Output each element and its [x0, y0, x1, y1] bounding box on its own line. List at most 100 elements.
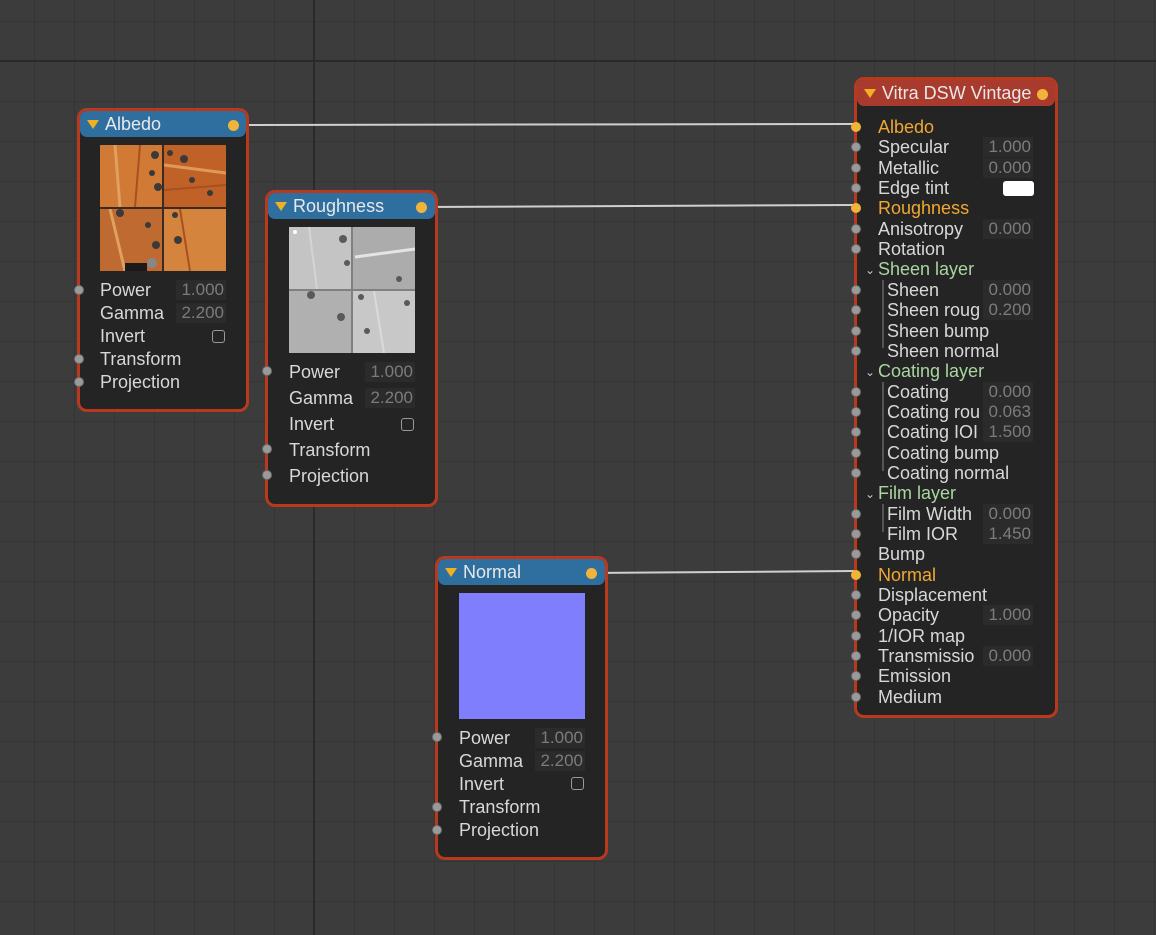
- gamma-field[interactable]: 2.200: [535, 751, 585, 771]
- power-input-pin[interactable]: [262, 366, 272, 376]
- normal-output-pin[interactable]: [586, 568, 597, 579]
- normal-texture-node[interactable]: Normal Power 1.000 Gamma 2.200 Invert Tr…: [432, 556, 608, 860]
- gamma-field[interactable]: 2.200: [176, 303, 226, 323]
- collapse-triangle-icon[interactable]: [275, 201, 287, 211]
- gamma-row: Gamma 2.200: [459, 750, 585, 772]
- roughness-node-header[interactable]: Roughness: [268, 193, 435, 219]
- coating-normal-input-pin[interactable]: [851, 468, 861, 478]
- film-width-input-pin[interactable]: [851, 509, 861, 519]
- edge-tint-input-pin[interactable]: [851, 183, 861, 193]
- albedo-input-pin[interactable]: [851, 122, 861, 132]
- film-width-label: Film Width: [887, 504, 972, 524]
- material-row-coating-ioi: Coating IOI 1.500: [851, 421, 1055, 443]
- group-collapse-chevron-icon[interactable]: ⌄: [865, 259, 875, 281]
- metallic-value-field[interactable]: 0.000: [983, 158, 1033, 178]
- sheen-normal-input-pin[interactable]: [851, 346, 861, 356]
- coating-ioi-value-field[interactable]: 1.500: [983, 422, 1033, 442]
- specular-input-pin[interactable]: [851, 142, 861, 152]
- projection-input-pin[interactable]: [262, 470, 272, 480]
- coating-rou-input-pin[interactable]: [851, 407, 861, 417]
- material-row-coating-layer: ⌄ Coating layer: [857, 360, 1055, 382]
- anisotropy-input-pin[interactable]: [851, 224, 861, 234]
- anisotropy-value-field[interactable]: 0.000: [983, 219, 1033, 239]
- transmissio-value-field[interactable]: 0.000: [983, 646, 1033, 666]
- coating-bump-input-pin[interactable]: [851, 448, 861, 458]
- gamma-field[interactable]: 2.200: [365, 388, 415, 408]
- power-field[interactable]: 1.000: [365, 362, 415, 382]
- node-title: Vitra DSW Vintage: [882, 82, 1032, 103]
- power-field[interactable]: 1.000: [535, 728, 585, 748]
- opacity-value-field[interactable]: 1.000: [983, 605, 1033, 625]
- sheen-roug-value-field[interactable]: 0.200: [983, 300, 1033, 320]
- transform-input-pin[interactable]: [432, 802, 442, 812]
- invert-checkbox[interactable]: [212, 330, 225, 343]
- invert-row: Invert: [289, 413, 415, 435]
- transform-row: Transform: [289, 439, 415, 461]
- material-row-film-layer: ⌄ Film layer: [857, 482, 1055, 504]
- edge-tint-color-swatch[interactable]: [1003, 181, 1034, 196]
- transform-row: Transform: [100, 348, 226, 370]
- power-input-pin[interactable]: [74, 285, 84, 295]
- material-row-sheen: Sheen 0.000: [851, 279, 1055, 301]
- bump-input-pin[interactable]: [851, 549, 861, 559]
- transmissio-input-pin[interactable]: [851, 651, 861, 661]
- collapse-triangle-icon[interactable]: [87, 119, 99, 129]
- sheen-bump-input-pin[interactable]: [851, 326, 861, 336]
- normal-input-pin[interactable]: [851, 570, 861, 580]
- projection-row: Projection: [459, 819, 585, 841]
- transform-input-pin[interactable]: [74, 354, 84, 364]
- medium-input-pin[interactable]: [851, 692, 861, 702]
- collapse-triangle-icon[interactable]: [445, 567, 457, 577]
- opacity-input-pin[interactable]: [851, 610, 861, 620]
- displacement-input-pin[interactable]: [851, 590, 861, 600]
- film-width-value-field[interactable]: 0.000: [983, 504, 1033, 524]
- sheen-value-field[interactable]: 0.000: [983, 280, 1033, 300]
- gamma-label: Gamma: [289, 388, 354, 408]
- group-collapse-chevron-icon[interactable]: ⌄: [865, 483, 875, 505]
- wire-roughness: [420, 204, 855, 208]
- power-field[interactable]: 1.000: [176, 280, 226, 300]
- invert-checkbox[interactable]: [401, 418, 414, 431]
- metallic-input-pin[interactable]: [851, 163, 861, 173]
- film-ior-value-field[interactable]: 1.450: [983, 524, 1033, 544]
- normal-node-header[interactable]: Normal: [438, 559, 605, 585]
- roughness-texture-thumbnail: [289, 227, 415, 353]
- sheen-roug-label: Sheen roug: [887, 300, 981, 320]
- albedo-output-pin[interactable]: [228, 120, 239, 131]
- group-collapse-chevron-icon[interactable]: ⌄: [865, 361, 875, 383]
- material-row-sheen-normal: Sheen normal: [851, 340, 1055, 362]
- projection-input-pin[interactable]: [432, 825, 442, 835]
- roughness-texture-node[interactable]: Roughness Power 1.000 Gamma 2.200 Invert…: [262, 190, 438, 507]
- material-node[interactable]: Vitra DSW Vintage Albedo Specular 1.000 Met…: [851, 77, 1058, 718]
- film-ior-input-pin[interactable]: [851, 529, 861, 539]
- material-row-coating-normal: Coating normal: [851, 462, 1055, 484]
- power-input-pin[interactable]: [432, 732, 442, 742]
- transmissio-label: Transmissio: [878, 646, 975, 666]
- projection-row: Projection: [289, 465, 415, 487]
- sheen-input-pin[interactable]: [851, 285, 861, 295]
- coating-rou-label: Coating rou: [887, 402, 981, 422]
- roughness-input-pin[interactable]: [851, 203, 861, 213]
- sheen-layer-label: Sheen layer: [878, 259, 975, 279]
- collapse-triangle-icon[interactable]: [864, 88, 876, 98]
- specular-value-field[interactable]: 1.000: [983, 137, 1033, 157]
- transform-input-pin[interactable]: [262, 444, 272, 454]
- emission-input-pin[interactable]: [851, 671, 861, 681]
- rotation-input-pin[interactable]: [851, 244, 861, 254]
- albedo-texture-node[interactable]: Albedo Power 1.000 Gamma 2.200 Invert Tr…: [74, 108, 249, 412]
- material-node-header[interactable]: Vitra DSW Vintage: [857, 80, 1055, 106]
- power-row: Power 1.000: [289, 361, 415, 383]
- 1-ior-map-input-pin[interactable]: [851, 631, 861, 641]
- coating-input-pin[interactable]: [851, 387, 861, 397]
- coating-ioi-input-pin[interactable]: [851, 427, 861, 437]
- material-output-pin[interactable]: [1037, 89, 1048, 100]
- coating-value-field[interactable]: 0.000: [983, 382, 1033, 402]
- sheen-roug-input-pin[interactable]: [851, 305, 861, 315]
- coating-rou-value-field[interactable]: 0.063: [983, 402, 1033, 422]
- roughness-output-pin[interactable]: [416, 202, 427, 213]
- invert-row: Invert: [459, 773, 585, 795]
- invert-checkbox[interactable]: [571, 777, 584, 790]
- albedo-node-header[interactable]: Albedo: [80, 111, 246, 137]
- material-row-rotation: Rotation: [851, 238, 1055, 260]
- projection-input-pin[interactable]: [74, 377, 84, 387]
